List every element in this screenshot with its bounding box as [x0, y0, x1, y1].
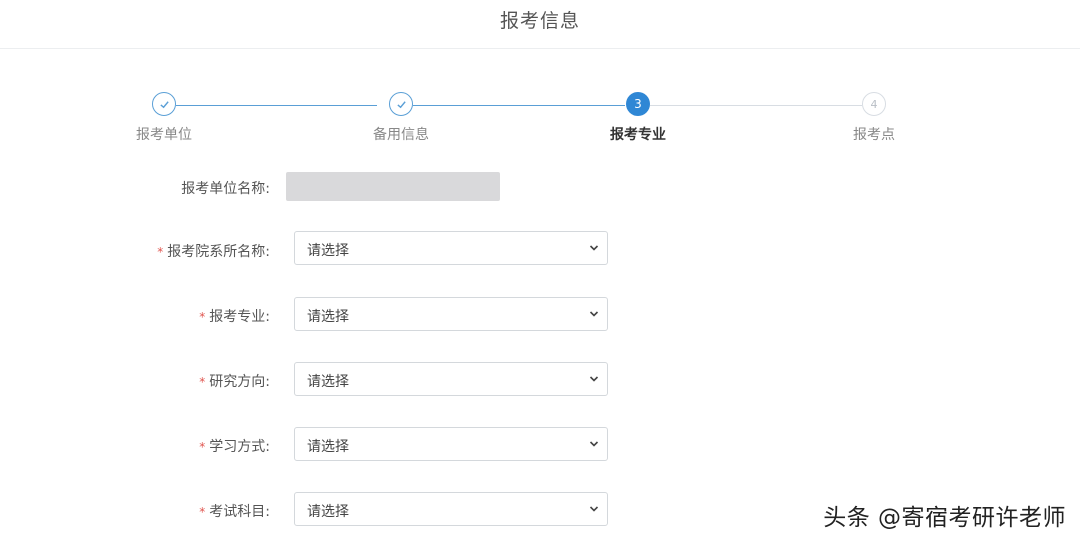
step-4-label: 报考点	[853, 127, 895, 143]
research-direction-select[interactable]: 请选择	[294, 362, 608, 396]
research-direction-select-value: 请选择	[307, 374, 349, 390]
department-label-text: 报考院系所名称:	[167, 244, 270, 260]
step-1-label: 报考单位	[136, 127, 192, 143]
step-2-label: 备用信息	[373, 127, 429, 143]
page-header: 报考信息	[0, 0, 1080, 49]
major-select-value: 请选择	[307, 309, 349, 325]
institution-name-label: 报考单位名称:	[0, 178, 270, 198]
study-mode-select-value: 请选择	[307, 439, 349, 455]
required-star: *	[199, 310, 206, 324]
check-icon	[159, 100, 169, 108]
step-1-circle	[152, 92, 176, 116]
required-star: *	[199, 440, 206, 454]
exam-subjects-select-value: 请选择	[307, 504, 349, 520]
chevron-down-icon	[589, 441, 599, 447]
step-3-circle: 3	[626, 92, 650, 116]
chevron-down-icon	[589, 311, 599, 317]
chevron-down-icon	[589, 245, 599, 251]
watermark: 头条 @寄宿考研许老师	[823, 505, 1066, 531]
exam-subjects-label-text: 考试科目:	[209, 504, 270, 520]
page: 报考信息 报考单位 备用信息 3 报考专业 4 报考点 报考单位名称: * 报考院…	[0, 0, 1080, 545]
study-mode-label: * 学习方式:	[0, 436, 270, 456]
major-select[interactable]: 请选择	[294, 297, 608, 331]
chevron-down-icon	[589, 506, 599, 512]
step-connector-3	[650, 105, 862, 106]
department-select-value: 请选择	[307, 243, 349, 259]
step-4-number: 4	[870, 97, 878, 111]
major-label: * 报考专业:	[0, 306, 270, 326]
department-select[interactable]: 请选择	[294, 231, 608, 265]
exam-subjects-label: * 考试科目:	[0, 501, 270, 521]
step-3-label: 报考专业	[610, 127, 666, 143]
study-mode-select[interactable]: 请选择	[294, 427, 608, 461]
major-label-text: 报考专业:	[209, 309, 270, 325]
exam-subjects-select[interactable]: 请选择	[294, 492, 608, 526]
required-star: *	[157, 245, 164, 259]
chevron-down-icon	[589, 376, 599, 382]
study-mode-label-text: 学习方式:	[209, 439, 270, 455]
research-direction-label: * 研究方向:	[0, 371, 270, 391]
step-4-circle: 4	[862, 92, 886, 116]
check-icon	[396, 100, 406, 108]
required-star: *	[199, 505, 206, 519]
step-connector-2	[413, 105, 625, 106]
step-3-number: 3	[634, 97, 642, 111]
research-direction-label-text: 研究方向:	[209, 374, 270, 390]
step-2-circle	[389, 92, 413, 116]
institution-name-value	[286, 172, 500, 201]
required-star: *	[199, 375, 206, 389]
department-label: * 报考院系所名称:	[0, 241, 270, 261]
step-connector-1	[176, 105, 377, 106]
institution-name-label-text: 报考单位名称:	[181, 181, 270, 197]
page-title: 报考信息	[499, 10, 580, 32]
